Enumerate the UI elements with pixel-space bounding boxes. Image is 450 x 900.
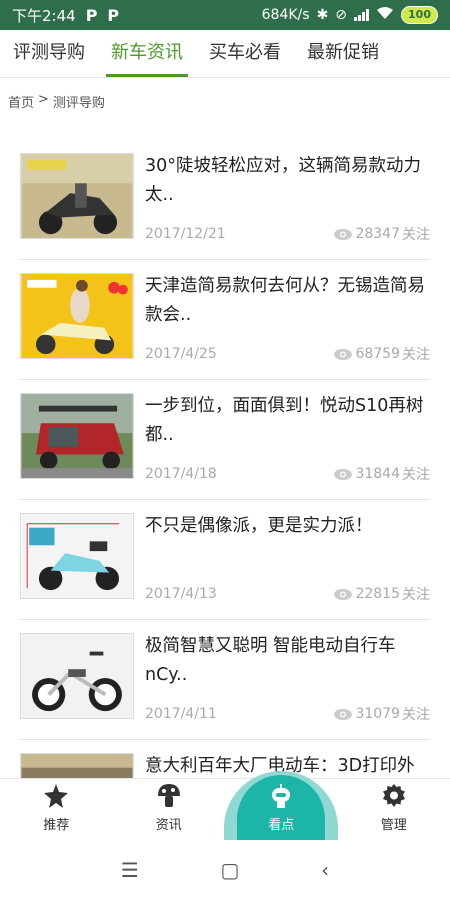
article-item[interactable]: 意大利百年大厂电动车：3D打印外: [20, 740, 430, 778]
nav-recommend[interactable]: 推荐: [0, 779, 113, 840]
article-date: 2017/4/13: [145, 586, 217, 602]
breadcrumb: 首页 > 测评导购: [8, 92, 105, 111]
back-icon[interactable]: ‹: [321, 858, 329, 882]
nav-highlights[interactable]: 看点: [224, 771, 339, 841]
bottom-navigation: 推荐 资讯 看点 管理: [0, 771, 450, 841]
mushroom-icon: [157, 784, 180, 807]
view-suffix: 关注: [402, 227, 430, 243]
mute-icon: ⊘: [335, 7, 348, 23]
article-list: 30°陡坡轻松应对，这辆简易款动力太.. 2017/12/21 28347 关注…: [0, 140, 450, 778]
notification-p-icon: P: [85, 5, 98, 25]
eye-icon: [334, 348, 353, 360]
status-bar: 下午2:44 P P 684K/s ✱ ⊘ 100: [0, 0, 450, 30]
article-title[interactable]: 一步到位，面面俱到！悦动S10再树都..: [145, 392, 433, 450]
star-icon: [44, 784, 69, 808]
article-views: 28347 关注: [333, 224, 430, 244]
category-tabs: 评测导购 新车资讯 买车必看 最新促销: [0, 30, 450, 78]
nav-label: 推荐: [43, 818, 70, 833]
article-thumbnail: [20, 633, 134, 719]
tab-new-car-news[interactable]: 新车资讯: [98, 30, 196, 77]
eye-icon: [334, 588, 353, 600]
view-count: 31079: [355, 706, 400, 722]
robot-icon: [272, 784, 291, 808]
article-views: 31079 关注: [333, 704, 430, 724]
article-title[interactable]: 30°陡坡轻松应对，这辆简易款动力太..: [145, 152, 433, 210]
tab-promotions[interactable]: 最新促销: [294, 30, 392, 77]
article-date: 2017/4/25: [145, 346, 217, 362]
nav-label: 资讯: [155, 818, 182, 833]
eye-icon: [334, 708, 353, 720]
wifi-icon: [376, 6, 394, 24]
article-title[interactable]: 极简智慧又聪明 智能电动自行车nCy..: [145, 632, 433, 690]
view-suffix: 关注: [402, 587, 430, 603]
article-item[interactable]: 天津造简易款何去何从？无锡造简易款会.. 2017/4/25 68759 关注: [20, 260, 430, 380]
tab-reviews[interactable]: 评测导购: [0, 30, 98, 77]
breadcrumb-separator: >: [38, 92, 49, 107]
battery-indicator: 100: [401, 6, 438, 24]
article-thumbnail: [20, 273, 134, 359]
notification-p-icon: P: [107, 5, 120, 25]
tab-buying-guide[interactable]: 买车必看: [196, 30, 294, 77]
nav-label: 看点: [268, 818, 295, 833]
article-date: 2017/12/21: [145, 226, 226, 242]
article-item[interactable]: 30°陡坡轻松应对，这辆简易款动力太.. 2017/12/21 28347 关注: [20, 140, 430, 260]
system-navigation: ☰ ▢ ‹: [0, 840, 450, 900]
view-count: 68759: [355, 346, 400, 362]
status-time: 下午2:44: [12, 6, 76, 25]
view-count: 28347: [355, 226, 400, 242]
home-icon[interactable]: ▢: [221, 858, 240, 882]
article-views: 22815 关注: [333, 584, 430, 604]
nav-manage[interactable]: 管理: [338, 779, 450, 840]
nav-label: 管理: [380, 818, 407, 833]
menu-icon[interactable]: ☰: [121, 858, 139, 882]
view-suffix: 关注: [402, 707, 430, 723]
eye-icon: [334, 228, 353, 240]
network-speed: 684K/s: [261, 7, 310, 23]
view-count: 22815: [355, 586, 400, 602]
view-count: 31844: [355, 466, 400, 482]
article-thumbnail: [20, 753, 134, 778]
article-views: 68759 关注: [333, 344, 430, 364]
article-item[interactable]: 一步到位，面面俱到！悦动S10再树都.. 2017/4/18 31844 关注: [20, 380, 430, 500]
article-thumbnail: [20, 513, 134, 599]
nav-news[interactable]: 资讯: [113, 779, 226, 840]
breadcrumb-home[interactable]: 首页: [8, 92, 34, 111]
eye-icon: [334, 468, 353, 480]
article-title[interactable]: 不只是偶像派，更是实力派！: [145, 512, 433, 570]
article-title[interactable]: 天津造简易款何去何从？无锡造简易款会..: [145, 272, 433, 330]
article-date: 2017/4/11: [145, 706, 217, 722]
breadcrumb-current: 测评导购: [52, 96, 105, 111]
article-item[interactable]: 极简智慧又聪明 智能电动自行车nCy.. 2017/4/11 31079 关注: [20, 620, 430, 740]
bluetooth-icon: ✱: [316, 7, 329, 23]
gear-icon: [382, 784, 405, 807]
view-suffix: 关注: [402, 467, 430, 483]
article-thumbnail: [20, 393, 134, 479]
article-thumbnail: [20, 153, 134, 239]
view-suffix: 关注: [402, 347, 430, 363]
article-views: 31844 关注: [333, 464, 430, 484]
article-date: 2017/4/18: [145, 466, 217, 482]
article-item[interactable]: 不只是偶像派，更是实力派！ 2017/4/13 22815 关注: [20, 500, 430, 620]
signal-icon: [354, 9, 370, 21]
